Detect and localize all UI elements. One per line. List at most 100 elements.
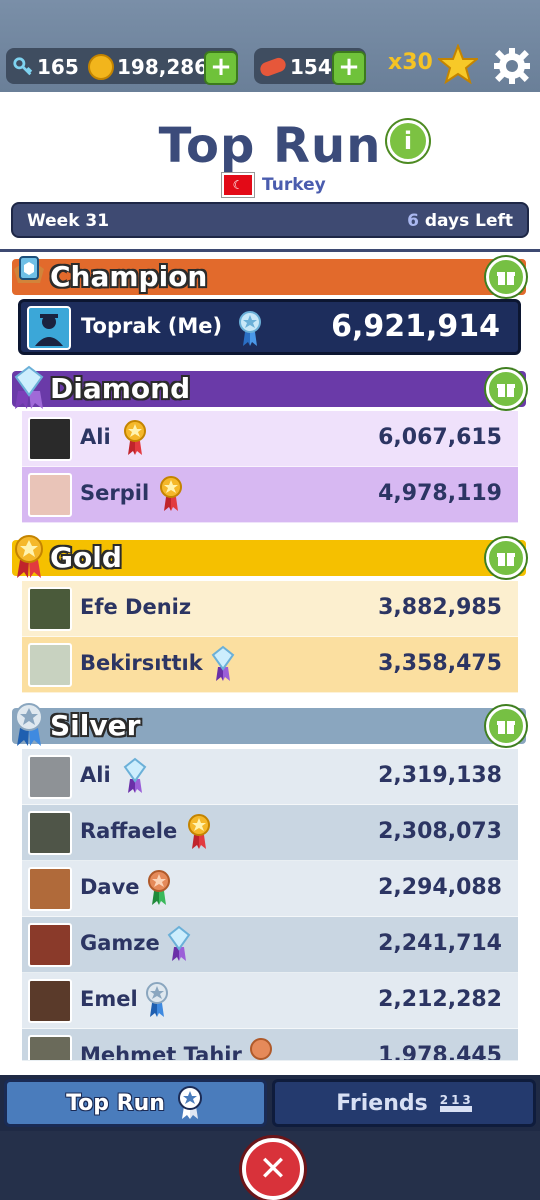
avatar — [28, 923, 72, 967]
gift-icon[interactable] — [486, 538, 526, 578]
player-name: Gamze — [80, 931, 160, 955]
player-name: Raffaele — [80, 819, 178, 843]
gift-icon[interactable] — [486, 257, 526, 297]
tier-label: Champion — [50, 260, 208, 293]
avatar — [28, 587, 72, 631]
avatar — [28, 417, 72, 461]
hoverboard-icon — [258, 55, 288, 79]
player-name: Serpil — [80, 481, 150, 505]
tier-label: Silver — [50, 709, 141, 742]
list-item[interactable]: Dave 2,294,088 — [22, 861, 518, 917]
silver-medal-icon — [146, 982, 168, 1017]
player-name: Emel — [80, 987, 138, 1011]
list-item[interactable]: Ali 2,319,138 — [22, 749, 518, 805]
diamond-badge-icon — [14, 365, 44, 409]
gold-medal-icon — [124, 420, 146, 455]
avatar — [28, 1035, 72, 1060]
list-item[interactable]: Bekirsıttık 3,358,475 — [22, 637, 518, 693]
boards-count: 154 — [290, 55, 332, 79]
tier-diamond-header: Diamond — [12, 365, 526, 409]
player-score: 2,294,088 — [378, 875, 502, 900]
star-icon[interactable] — [438, 44, 478, 84]
avatar — [28, 755, 72, 799]
player-score: 6,921,914 — [331, 309, 500, 344]
player-score: 4,978,119 — [378, 481, 502, 506]
silver-badge-icon — [15, 703, 43, 746]
buy-coins-plus-icon[interactable]: + — [204, 51, 238, 85]
tab-top-run[interactable]: Top Run — [4, 1079, 267, 1127]
list-item[interactable]: Serpil 4,978,119 — [22, 467, 518, 523]
turkey-flag-icon: ☾ — [222, 173, 254, 197]
diamond-medal-icon — [167, 925, 191, 961]
bottom-tab-bar: Top Run Friends 213 — [0, 1075, 540, 1131]
gold-medal-icon — [188, 814, 210, 849]
player-name: Ali — [80, 425, 111, 449]
boards-counter: 154 — [258, 50, 332, 84]
player-score: 3,882,985 — [378, 595, 502, 620]
gold-medal-icon — [160, 476, 182, 511]
close-icon[interactable]: ✕ — [242, 1138, 304, 1200]
player-name: Bekirsıttık — [80, 651, 203, 675]
diamond-medal-icon — [123, 757, 147, 793]
country-name: Turkey — [262, 175, 326, 195]
keys-counter: 165 — [12, 50, 79, 84]
list-item[interactable]: Gamze 2,241,714 — [22, 917, 518, 973]
gift-icon[interactable] — [486, 369, 526, 409]
tab-label: Top Run — [66, 1090, 165, 1116]
player-score: 2,319,138 — [378, 763, 502, 788]
score-multiplier[interactable]: x30 — [388, 50, 433, 75]
list-item[interactable]: Efe Deniz 3,882,985 — [22, 581, 518, 637]
player-name: Efe Deniz — [80, 595, 192, 619]
player-score: 2,212,282 — [378, 987, 502, 1012]
diamond-medal-icon — [239, 311, 261, 346]
info-icon[interactable]: i — [387, 120, 429, 162]
keys-count: 165 — [37, 55, 79, 79]
my-rank-row[interactable]: Toprak (Me) 6,921,914 — [18, 299, 521, 355]
list-item[interactable]: Emel 2,212,282 — [22, 973, 518, 1029]
coins-counter: 198,286 — [88, 50, 208, 84]
tab-label: Friends — [336, 1090, 428, 1116]
player-name: Toprak (Me) — [81, 314, 223, 338]
buy-boards-plus-icon[interactable]: + — [332, 51, 366, 85]
page-title: Top Run — [158, 118, 382, 174]
week-label: Week 31 — [27, 211, 110, 231]
days-left: 6 days Left — [407, 211, 513, 231]
player-score: 6,067,615 — [378, 425, 502, 450]
player-score: 1,978,445 — [378, 1043, 502, 1061]
player-name: Ali — [80, 763, 111, 787]
list-item[interactable]: Raffaele 2,308,073 — [22, 805, 518, 861]
avatar — [28, 811, 72, 855]
player-name: Mehmet Tahir — [80, 1043, 242, 1061]
bronze-medal-icon — [250, 1038, 272, 1060]
gift-icon[interactable] — [486, 706, 526, 746]
champion-badge-icon — [14, 256, 44, 283]
coins-count: 198,286 — [117, 55, 209, 79]
gear-icon[interactable] — [492, 46, 532, 86]
avatar — [28, 867, 72, 911]
coin-icon — [88, 54, 114, 80]
tab-friends[interactable]: Friends 213 — [272, 1079, 536, 1127]
avatar — [28, 643, 72, 687]
bronze-medal-icon — [148, 870, 170, 905]
avatar — [28, 979, 72, 1023]
podium-icon: 213 — [439, 1094, 472, 1112]
list-item[interactable]: Mehmet Tahir 1,978,445 — [22, 1029, 518, 1061]
key-icon — [13, 57, 33, 76]
tier-label: Gold — [50, 541, 122, 574]
tier-label: Diamond — [50, 372, 191, 405]
diamond-medal-icon — [211, 645, 235, 681]
days-left-text: days Left — [424, 211, 513, 231]
tier-gold-header: Gold — [12, 535, 526, 578]
avatar — [27, 306, 71, 350]
country-label: ☾ Turkey — [222, 173, 326, 197]
player-score: 2,308,073 — [378, 819, 502, 844]
week-bar: Week 31 6 days Left — [11, 202, 529, 238]
player-score: 3,358,475 — [378, 651, 502, 676]
gold-badge-icon — [15, 535, 43, 578]
days-left-number: 6 — [407, 211, 419, 231]
tier-silver-header: Silver — [12, 703, 526, 746]
player-score: 2,241,714 — [378, 931, 502, 956]
medal-icon — [177, 1086, 202, 1119]
divider — [0, 249, 540, 252]
list-item[interactable]: Ali 6,067,615 — [22, 411, 518, 467]
